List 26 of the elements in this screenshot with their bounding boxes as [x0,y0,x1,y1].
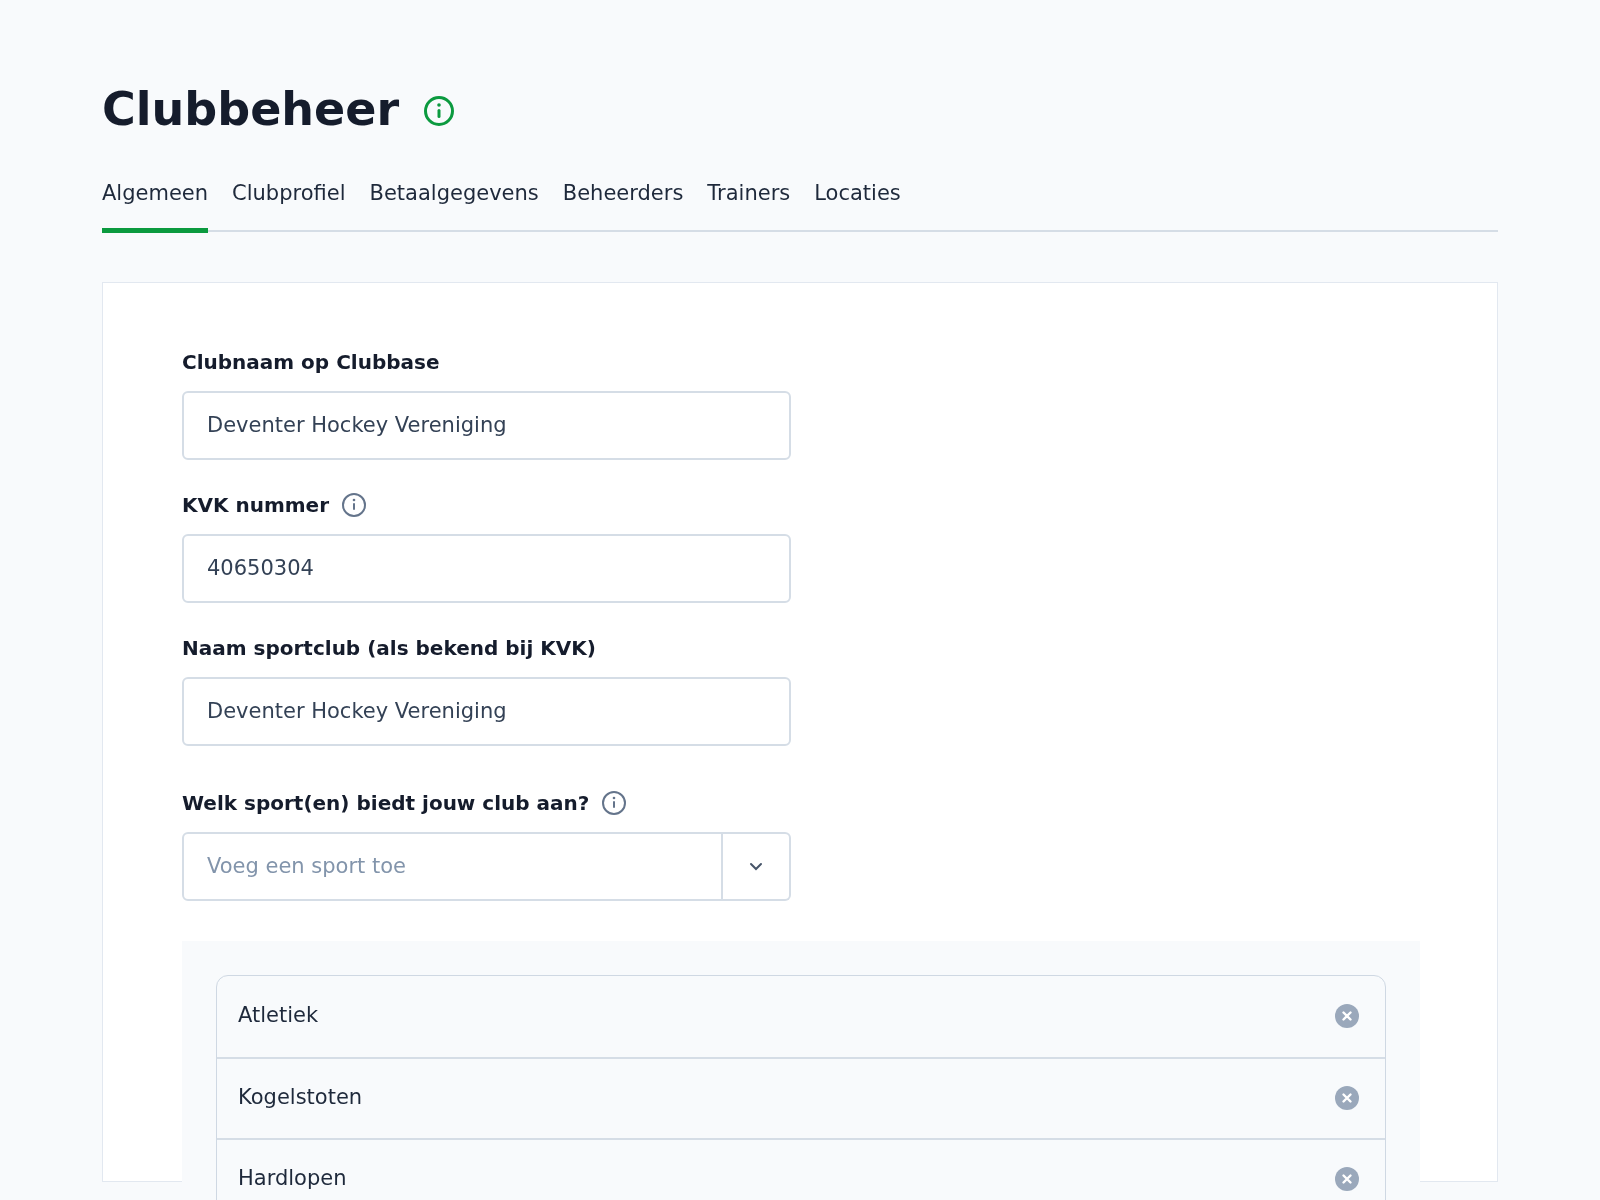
tab[interactable]: Locaties [814,178,901,233]
field-label: Clubnaam op Clubbase [182,348,440,376]
field-label: Naam sportclub (als bekend bij KVK) [182,634,596,662]
tab[interactable]: Algemeen [102,178,209,233]
remove-icon[interactable] [1335,1004,1359,1028]
remove-icon[interactable] [1335,1086,1359,1110]
page-title: Clubbeheer [102,86,400,132]
input-field[interactable]: Deventer Hockey Vereniging [182,390,791,460]
input-field[interactable]: Deventer Hockey Vereniging [182,676,791,746]
tab[interactable]: Trainers [707,178,791,233]
tab[interactable]: Clubprofiel [232,178,346,233]
dropdown-button[interactable] [723,831,791,901]
field-label: KVK nummer [182,491,330,519]
field-label: Welk sport(en) biedt jouw club aan? [182,789,590,817]
input-field[interactable]: Voeg een sport toe [182,831,723,901]
info-icon[interactable] [423,95,456,127]
remove-icon[interactable] [1335,1167,1359,1191]
tab[interactable]: Betaalgegevens [369,178,539,233]
info-icon[interactable] [341,491,368,518]
sport-name: Kogelstoten [238,1084,363,1112]
sport-name: Hardlopen [238,1165,347,1193]
input-field[interactable]: 40650304 [182,533,791,603]
info-icon[interactable] [601,789,628,816]
tab[interactable]: Beheerders [562,178,684,233]
sport-name: Atletiek [238,1002,319,1030]
chevron-down-icon [749,861,763,871]
